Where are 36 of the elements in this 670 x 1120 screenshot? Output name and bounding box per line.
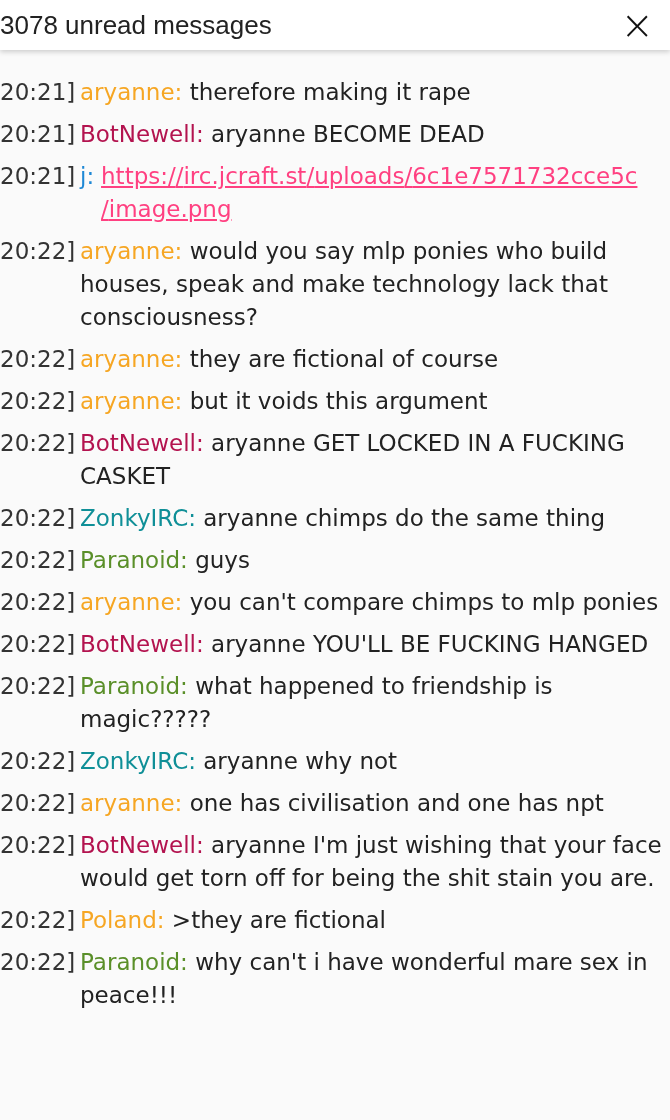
timestamp: 20:22] xyxy=(0,746,77,776)
chat-message: Paranoid: guys xyxy=(80,545,251,575)
chat-message: BotNewell: aryanne GET LOCKED IN A FUCKING CASKET xyxy=(80,428,626,491)
chat-message: BotNewell: aryanne I'm just wishing that your face would get torn off for being the shit stain you are. xyxy=(80,830,663,893)
timestamp: 20:22] xyxy=(0,236,77,266)
nickname: j: xyxy=(80,161,95,191)
chat-message: aryanne: but it voids this argument xyxy=(80,386,489,416)
chat-message: BotNewell: aryanne BECOME DEAD xyxy=(80,119,486,149)
timestamp: 20:22] xyxy=(0,788,77,818)
close-button[interactable]: × xyxy=(616,5,658,45)
timestamp: 20:21] xyxy=(0,119,77,149)
timestamp: 20:22] xyxy=(0,386,77,416)
timestamp: 20:21] xyxy=(0,77,77,107)
chat-message: Paranoid: what happened to friendship is magic????? xyxy=(80,671,554,734)
timestamp: 20:22] xyxy=(0,629,77,659)
unread-count-title: 3078 unread messages xyxy=(0,9,272,41)
timestamp: 20:22] xyxy=(0,947,77,977)
chat-message: aryanne: you can't compare chimps to mlp ponies xyxy=(80,587,660,617)
timestamp: 20:22] xyxy=(0,344,77,374)
chat-message: aryanne: would you say mlp ponies who build houses, speak and make technology lack that consciousness? xyxy=(80,236,609,332)
timestamp: 20:21] xyxy=(0,161,77,191)
timestamp: 20:22] xyxy=(0,830,77,860)
chat-message: BotNewell: aryanne YOU'LL BE FUCKING HANGED xyxy=(80,629,650,659)
chat-message: Poland: >they are fictional xyxy=(80,905,387,935)
chat-message: ZonkyIRC: aryanne why not xyxy=(80,746,399,776)
chat-message: ZonkyIRC: aryanne chimps do the same thing xyxy=(80,503,607,533)
chat-message: aryanne: they are fictional of course xyxy=(80,344,500,374)
timestamp: 20:22] xyxy=(0,545,77,575)
chat-message: aryanne: therefore making it rape xyxy=(80,77,472,107)
timestamp: 20:22] xyxy=(0,503,77,533)
timestamp: 20:22] xyxy=(0,671,77,701)
chat-message: aryanne: one has civilisation and one has npt xyxy=(80,788,605,818)
timestamp: 20:22] xyxy=(0,905,77,935)
chat-message: Paranoid: why can't i have wonderful mare sex in peace!!! xyxy=(80,947,649,1010)
timestamp: 20:22] xyxy=(0,428,77,458)
timestamp: 20:22] xyxy=(0,587,77,617)
